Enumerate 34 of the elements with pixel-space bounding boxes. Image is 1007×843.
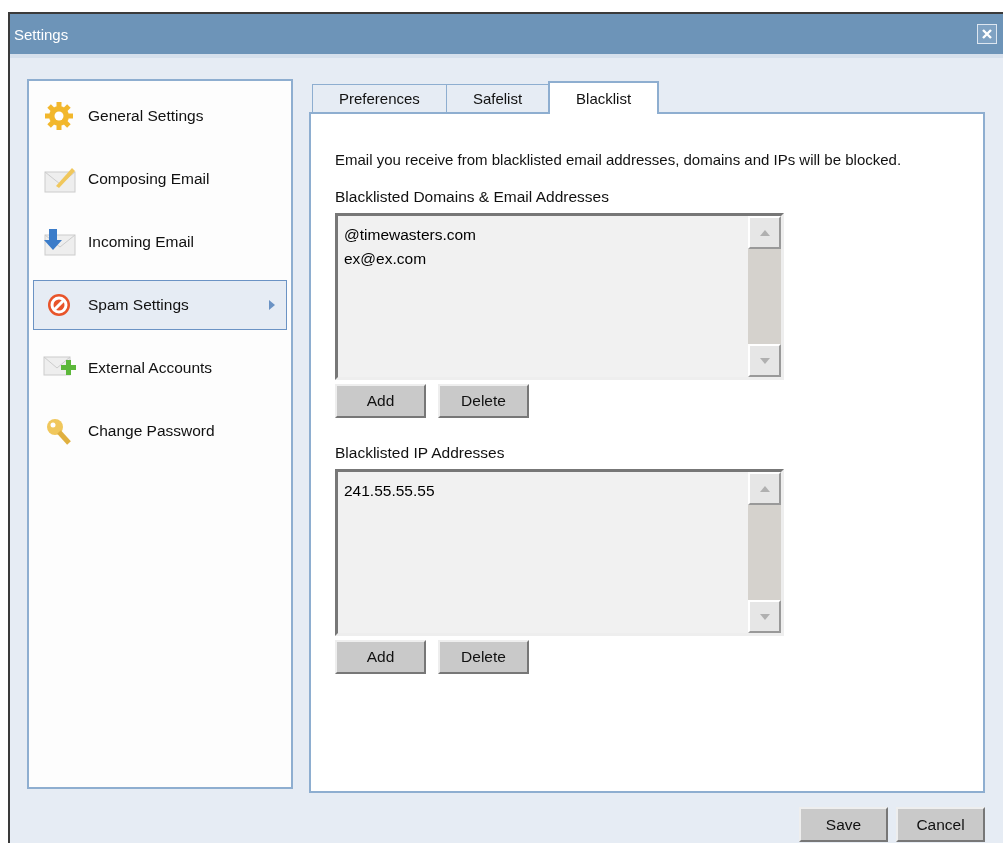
list-entry[interactable]: @timewasters.com <box>344 223 742 247</box>
list-box[interactable]: @timewasters.com ex@ex.com <box>335 213 784 380</box>
description-text: Email you receive from blacklisted email addresses, domains and IPs will be blocked. <box>335 150 903 170</box>
sidebar-item[interactable]: External Accounts <box>33 343 287 393</box>
delete-button[interactable]: Delete <box>438 640 529 674</box>
scroll-up-icon <box>758 228 771 237</box>
list-entry[interactable]: 241.55.55.55 <box>344 479 742 503</box>
list-box[interactable]: 241.55.55.55 <box>335 469 784 636</box>
window-title: Settings <box>14 25 69 43</box>
envelope-arrow-icon <box>42 227 76 257</box>
sidebar-item[interactable]: Spam Settings <box>33 280 287 330</box>
delete-button[interactable]: Delete <box>438 384 529 418</box>
list-entry[interactable]: ex@ex.com <box>344 247 742 271</box>
sidebar-item[interactable]: Composing Email <box>33 154 287 204</box>
sidebar-item[interactable]: General Settings <box>33 91 287 141</box>
sidebar-item[interactable]: Incoming Email <box>33 217 287 267</box>
scrollbar[interactable] <box>748 216 781 377</box>
scroll-up-icon <box>758 484 771 493</box>
scroll-down-icon <box>758 356 771 365</box>
tab[interactable]: Preferences <box>312 84 447 112</box>
list-label: Blacklisted IP Addresses <box>335 444 506 462</box>
close-button[interactable] <box>977 24 997 44</box>
close-icon <box>980 27 994 41</box>
list-label: Blacklisted Domains & Email Addresses <box>335 188 610 206</box>
add-button[interactable]: Add <box>335 640 426 674</box>
save-button[interactable]: Save <box>799 807 888 842</box>
scroll-down-icon <box>758 612 771 621</box>
scrollbar[interactable] <box>748 472 781 633</box>
cancel-button[interactable]: Cancel <box>896 807 985 842</box>
gear-icon <box>42 101 76 131</box>
tab[interactable]: Blacklist <box>548 81 660 114</box>
sidebar-item[interactable]: Change Password <box>33 406 287 456</box>
add-button[interactable]: Add <box>335 384 426 418</box>
arrow-icon <box>268 299 276 311</box>
